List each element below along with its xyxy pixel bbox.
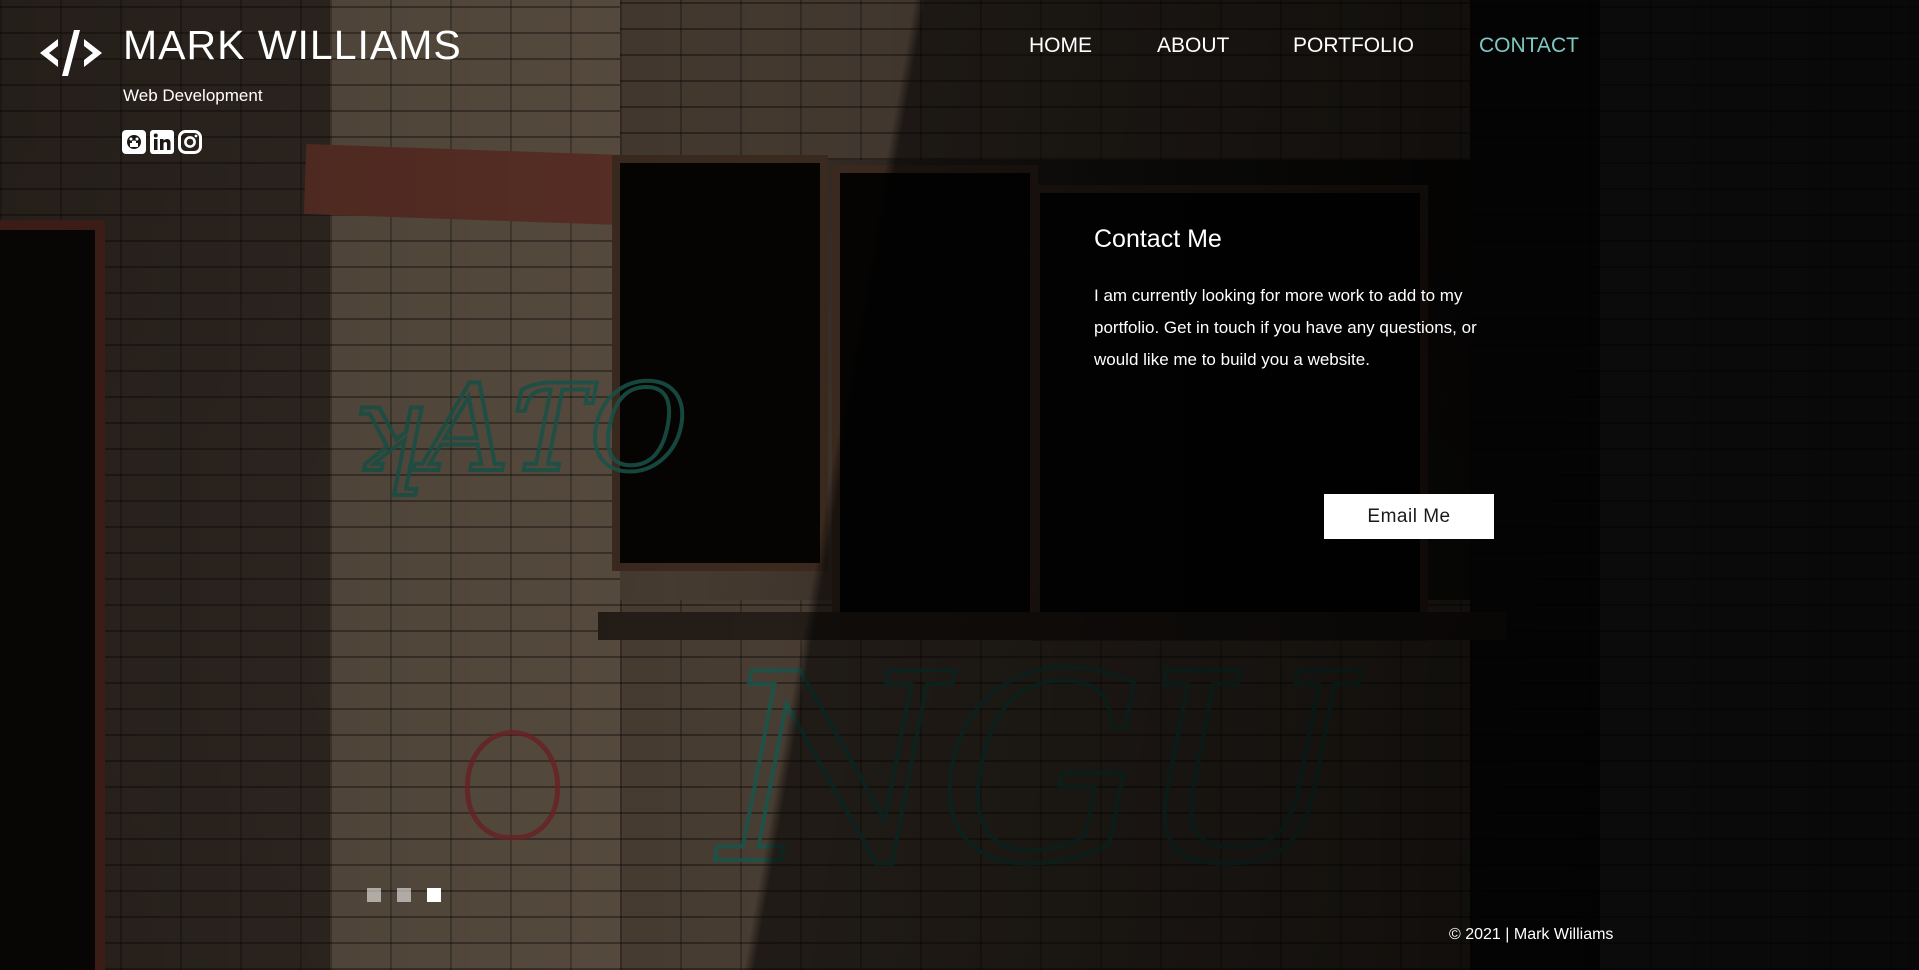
site-title[interactable]: MARK WILLIAMS: [123, 22, 462, 69]
slider-dots: [367, 888, 441, 902]
background-image: ʞAƬO NGU: [0, 0, 1919, 970]
nav-item-home[interactable]: HOME: [1029, 34, 1092, 58]
social-links: [122, 130, 202, 154]
linkedin-icon[interactable]: [150, 130, 174, 154]
code-brackets-icon[interactable]: [38, 28, 104, 78]
instagram-icon[interactable]: [178, 130, 202, 154]
site-subtitle: Web Development: [123, 86, 263, 105]
github-icon[interactable]: [122, 130, 146, 154]
contact-description: I am currently looking for more work to …: [1094, 286, 1477, 369]
nav-item-about[interactable]: ABOUT: [1157, 34, 1229, 58]
slider-dot-active[interactable]: [427, 888, 441, 902]
nav-item-contact[interactable]: CONTACT: [1479, 34, 1579, 58]
email-me-button[interactable]: Email Me: [1324, 494, 1494, 539]
nav-item-portfolio[interactable]: PORTFOLIO: [1293, 34, 1414, 58]
slider-dot[interactable]: [367, 888, 381, 902]
dark-overlay: [0, 0, 1919, 970]
slider-dot[interactable]: [397, 888, 411, 902]
footer-copyright: © 2021 | Mark Williams: [1449, 926, 1614, 943]
page: ʞAƬO NGU MARK WILLIAMS Web Development: [0, 0, 1919, 970]
contact-heading: Contact Me: [1094, 225, 1222, 253]
